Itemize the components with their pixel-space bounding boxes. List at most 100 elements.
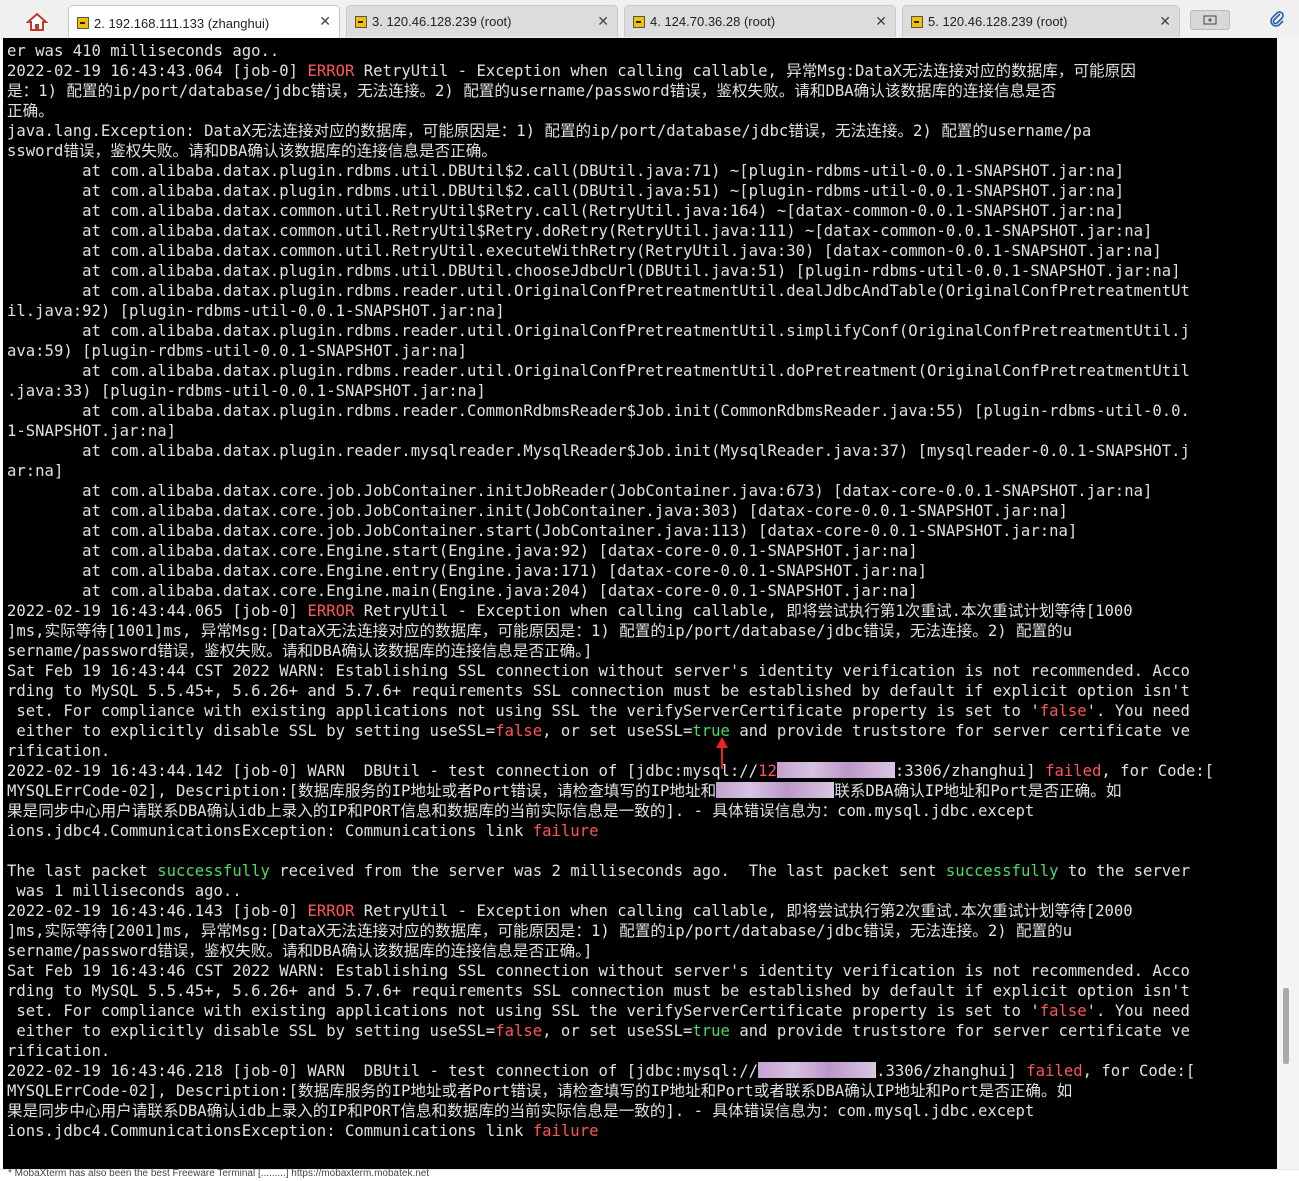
terminal-text: Sat Feb 19 16:43:44 CST 2022 WARN: Estab… (7, 662, 1190, 680)
terminal-text: The last packet (7, 862, 158, 880)
terminal-line: was 1 milliseconds ago.. (7, 881, 1277, 901)
terminal-scrollbar[interactable] (1277, 38, 1299, 1169)
terminal-line: 2022-02-19 16:43:44.142 [job-0] WARN DBU… (7, 761, 1277, 781)
terminal-text: ar:na] (7, 462, 64, 480)
terminal-line: at com.alibaba.datax.core.job.JobContain… (7, 501, 1277, 521)
terminal-text: 2022-02-19 16:43:44.065 [job-0] (7, 602, 308, 620)
terminal-text: to the server (1058, 862, 1190, 880)
terminal-line: ions.jdbc4.CommunicationsException: Comm… (7, 1121, 1277, 1141)
redacted-ip-mask (716, 782, 835, 798)
terminal-line: either to explicitly disable SSL by sett… (7, 1021, 1277, 1041)
terminal-line: The last packet successfully received fr… (7, 861, 1277, 881)
redacted-ip-mask (758, 1062, 877, 1078)
terminal-text: at com.alibaba.datax.plugin.rdbms.reader… (7, 282, 1190, 300)
terminal-line: at com.alibaba.datax.common.util.RetryUt… (7, 221, 1277, 241)
terminal-text: rification. (7, 1042, 111, 1060)
scrollbar-thumb[interactable] (1283, 988, 1289, 1064)
terminal-text: , or set useSSL= (542, 722, 693, 740)
terminal-text: either to explicitly disable SSL by sett… (7, 722, 496, 740)
terminal-line: 2022-02-19 16:43:43.064 [job-0] ERROR Re… (7, 61, 1277, 81)
tab-label: 5. 120.46.128.239 (root) (928, 14, 1068, 29)
terminal-text: received from the server was 2 milliseco… (269, 862, 946, 880)
red-arrow-annotation (716, 737, 728, 769)
terminal-text: true (692, 1022, 730, 1040)
terminal-line: at com.alibaba.datax.core.Engine.main(En… (7, 581, 1277, 601)
tab-label: 4. 124.70.36.28 (root) (650, 14, 776, 29)
terminal-text: 1-SNAPSHOT.jar:na] (7, 422, 176, 440)
terminal-text: at com.alibaba.datax.plugin.rdbms.util.D… (7, 162, 1125, 180)
terminal-text: 果是同步中心用户请联系DBA确认idb上录入的IP和PORT信息和数据库的当前实… (7, 802, 1035, 820)
terminal-line: at com.alibaba.datax.core.Engine.start(E… (7, 541, 1277, 561)
close-icon[interactable]: ✕ (597, 13, 609, 30)
close-icon[interactable]: ✕ (875, 13, 887, 30)
terminal-line: set. For compliance with existing applic… (7, 701, 1277, 721)
terminal-text: 是：1) 配置的ip/port/database/jdbc错误，无法连接。2) … (7, 82, 1057, 100)
terminal-text: false (495, 1022, 543, 1040)
tab-session-5[interactable]: 5. 120.46.128.239 (root) ✕ (902, 5, 1180, 37)
terminal-text: 正确。 (7, 102, 54, 120)
tab-session-4[interactable]: 4. 124.70.36.28 (root) ✕ (624, 5, 896, 37)
terminal-text: at com.alibaba.datax.common.util.RetryUt… (7, 202, 1125, 220)
terminal-text: at com.alibaba.datax.plugin.rdbms.util.D… (7, 262, 1181, 280)
terminal-line: 果是同步中心用户请联系DBA确认idb上录入的IP和PORT信息和数据库的当前实… (7, 1101, 1277, 1121)
tab-session-3[interactable]: 3. 120.46.128.239 (root) ✕ (346, 5, 618, 37)
terminal-text: ava:59) [plugin-rdbms-util-0.0.1-SNAPSHO… (7, 342, 468, 360)
terminal-text: 2022-02-19 16:43:44.142 [job-0] WARN DBU… (7, 762, 759, 780)
terminal-line: 2022-02-19 16:43:46.143 [job-0] ERROR Re… (7, 901, 1277, 921)
tab-session-2[interactable]: 2. 192.168.111.133 (zhanghui) ✕ (68, 5, 340, 40)
close-icon[interactable]: ✕ (1159, 13, 1171, 30)
attach-button[interactable] (1266, 8, 1288, 30)
terminal-text: 联系DBA确认IP地址和Port是否正确。如 (834, 782, 1122, 800)
terminal-line: at com.alibaba.datax.plugin.reader.mysql… (7, 441, 1277, 461)
tab-label: 2. 192.168.111.133 (zhanghui) (94, 15, 270, 31)
terminal-line: rding to MySQL 5.5.45+, 5.6.26+ and 5.7.… (7, 981, 1277, 1001)
terminal-line: at com.alibaba.datax.plugin.rdbms.reader… (7, 361, 1277, 381)
terminal-line: at com.alibaba.datax.plugin.rdbms.util.D… (7, 181, 1277, 201)
terminal-line: rding to MySQL 5.5.45+, 5.6.26+ and 5.7.… (7, 681, 1277, 701)
terminal-line: at com.alibaba.datax.core.job.JobContain… (7, 521, 1277, 541)
terminal-line: 2022-02-19 16:43:44.065 [job-0] ERROR Re… (7, 601, 1277, 621)
terminal-text: , for Code:[ (1101, 762, 1215, 780)
terminal-text: MYSQLErrCode-02], Description:[数据库服务的IP地… (7, 782, 717, 800)
terminal-line: 2022-02-19 16:43:46.218 [job-0] WARN DBU… (7, 1061, 1277, 1081)
terminal-text: rding to MySQL 5.5.45+, 5.6.26+ and 5.7.… (7, 682, 1190, 700)
terminal-text: .3306/zhanghui] (876, 1062, 1027, 1080)
terminal-text: false (495, 722, 543, 740)
terminal-text: ]ms,实际等待[1001]ms, 异常Msg:[DataX无法连接对应的数据库… (7, 622, 1073, 640)
terminal-line: at com.alibaba.datax.plugin.rdbms.util.D… (7, 161, 1277, 181)
terminal-text: at com.alibaba.datax.plugin.rdbms.reader… (7, 402, 1190, 420)
terminal-text: at com.alibaba.datax.plugin.rdbms.reader… (7, 362, 1190, 380)
terminal-text: '. You need (1086, 702, 1190, 720)
terminal-text: at com.alibaba.datax.core.Engine.start(E… (7, 542, 918, 560)
terminal-text: ERROR (307, 902, 355, 920)
terminal-line: either to explicitly disable SSL by sett… (7, 721, 1277, 741)
terminal-text: 12 (758, 762, 777, 780)
terminal-text: set. For compliance with existing applic… (7, 702, 1040, 720)
terminal-text: .java:33) [plugin-rdbms-util-0.0.1-SNAPS… (7, 382, 486, 400)
tab-label: 3. 120.46.128.239 (root) (372, 14, 512, 29)
terminal-line: il.java:92) [plugin-rdbms-util-0.0.1-SNA… (7, 301, 1277, 321)
terminal-text: :3306/zhanghui] (894, 762, 1046, 780)
terminal-output[interactable]: er was 410 milliseconds ago.. 2022-02-19 … (3, 38, 1277, 1169)
terminal-text: failure (532, 822, 599, 840)
terminal-text: at com.alibaba.datax.core.job.JobContain… (7, 502, 1068, 520)
terminal-line: .java:33) [plugin-rdbms-util-0.0.1-SNAPS… (7, 381, 1277, 401)
home-button[interactable] (12, 8, 62, 36)
close-icon[interactable]: ✕ (319, 13, 331, 30)
terminal-text: '. You need (1086, 1002, 1190, 1020)
terminal-icon (77, 17, 89, 29)
terminal-text: ssword错误，鉴权失败。请和DBA确认该数据库的连接信息是否正确。 (7, 142, 497, 160)
terminal-text: ERROR (307, 62, 355, 80)
terminal-text: set. For compliance with existing applic… (7, 1002, 1040, 1020)
new-tab-button[interactable] (1190, 10, 1230, 30)
terminal-text: at com.alibaba.datax.plugin.reader.mysql… (7, 442, 1190, 460)
terminal-line: Sat Feb 19 16:43:46 CST 2022 WARN: Estab… (7, 961, 1277, 981)
terminal-text: MYSQLErrCode-02], Description:[数据库服务的IP地… (7, 1082, 1073, 1100)
status-bar-text: * MobaXterm has also been the best Freew… (8, 1168, 430, 1179)
terminal-text: 2022-02-19 16:43:46.218 [job-0] WARN DBU… (7, 1062, 759, 1080)
terminal-line: 是：1) 配置的ip/port/database/jdbc错误，无法连接。2) … (7, 81, 1277, 101)
terminal-text: ]ms,实际等待[2001]ms, 异常Msg:[DataX无法连接对应的数据库… (7, 922, 1073, 940)
terminal-line: ]ms,实际等待[2001]ms, 异常Msg:[DataX无法连接对应的数据库… (7, 921, 1277, 941)
terminal-line: sername/password错误，鉴权失败。请和DBA确认该数据库的连接信息… (7, 641, 1277, 661)
terminal-text: RetryUtil - Exception when calling calla… (354, 602, 1133, 620)
